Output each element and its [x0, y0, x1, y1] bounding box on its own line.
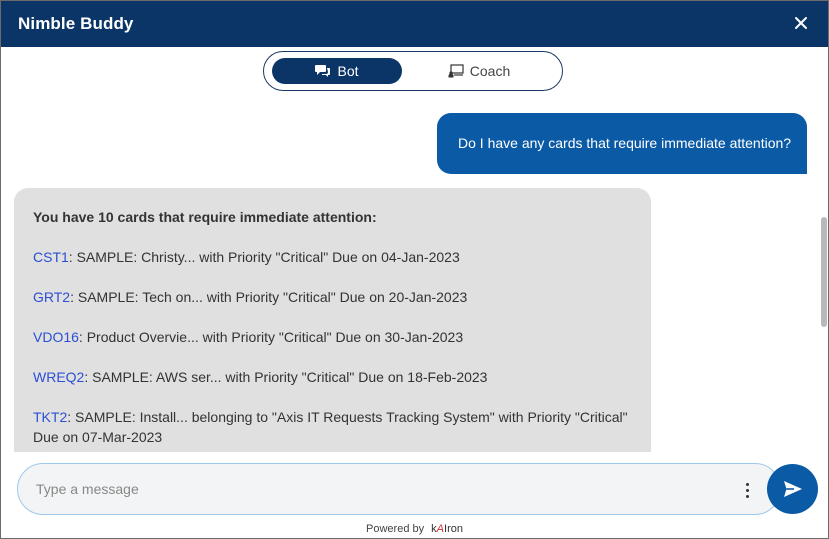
coach-icon — [448, 64, 464, 78]
card-link-vdo16[interactable]: VDO16 — [33, 329, 79, 345]
user-message-text: Do I have any cards that require immedia… — [458, 135, 792, 151]
bot-mode-button[interactable]: Bot — [272, 58, 402, 84]
message-input[interactable] — [36, 478, 726, 500]
chat-title: Nimble Buddy — [18, 14, 134, 33]
card-description: : Product Overvie... with Priority "Crit… — [78, 329, 464, 345]
more-vertical-icon[interactable] — [738, 479, 756, 501]
chat-header: Nimble Buddy — [1, 1, 828, 47]
chat-bubbles-icon — [315, 65, 331, 77]
bot-message-intro: You have 10 cards that require immediate… — [33, 209, 377, 225]
coach-mode-label: Coach — [469, 63, 511, 79]
user-message-bubble: Do I have any cards that require immedia… — [437, 113, 807, 174]
powered-by-text: Powered by — [366, 523, 425, 535]
list-item: CST1: SAMPLE: Christy... with Priority "… — [33, 247, 633, 267]
send-button[interactable] — [767, 464, 818, 514]
card-link-cst1[interactable]: CST1 — [33, 249, 69, 265]
send-icon — [783, 481, 802, 497]
card-description: : SAMPLE: Tech on... with Priority "Crit… — [70, 289, 468, 305]
card-description: : SAMPLE: Christy... with Priority "Crit… — [68, 249, 460, 265]
scrollbar-thumb[interactable] — [821, 217, 827, 327]
card-link-grt2[interactable]: GRT2 — [33, 289, 70, 305]
card-description: : SAMPLE: Install... belonging to "Axis … — [33, 409, 628, 445]
list-item: GRT2: SAMPLE: Tech on... with Priority "… — [33, 287, 633, 307]
message-input-container — [17, 463, 781, 515]
logo-accent: A — [436, 523, 445, 535]
card-link-wreq2[interactable]: WREQ2 — [33, 369, 84, 385]
coach-mode-button[interactable]: Coach — [414, 58, 544, 84]
bot-mode-label: Bot — [337, 63, 359, 79]
chat-window: Nimble Buddy Bot Coach Do I have any car… — [0, 0, 829, 539]
card-link-tkt2[interactable]: TKT2 — [33, 409, 67, 425]
logo-suffix: Iron — [444, 523, 463, 535]
card-description: : SAMPLE: AWS ser... with Priority "Crit… — [84, 369, 488, 385]
mode-toggle: Bot Coach — [263, 51, 563, 91]
list-item: VDO16: Product Overvie... with Priority … — [33, 327, 633, 347]
list-item: TKT2: SAMPLE: Install... belonging to "A… — [33, 407, 633, 447]
powered-by-footer: Powered by kAIron — [1, 523, 828, 535]
list-item: WREQ2: SAMPLE: AWS ser... with Priority … — [33, 367, 633, 387]
bot-message-bubble: You have 10 cards that require immediate… — [14, 188, 651, 468]
brand-logo: kAIron — [431, 523, 463, 535]
close-icon[interactable] — [789, 11, 813, 35]
